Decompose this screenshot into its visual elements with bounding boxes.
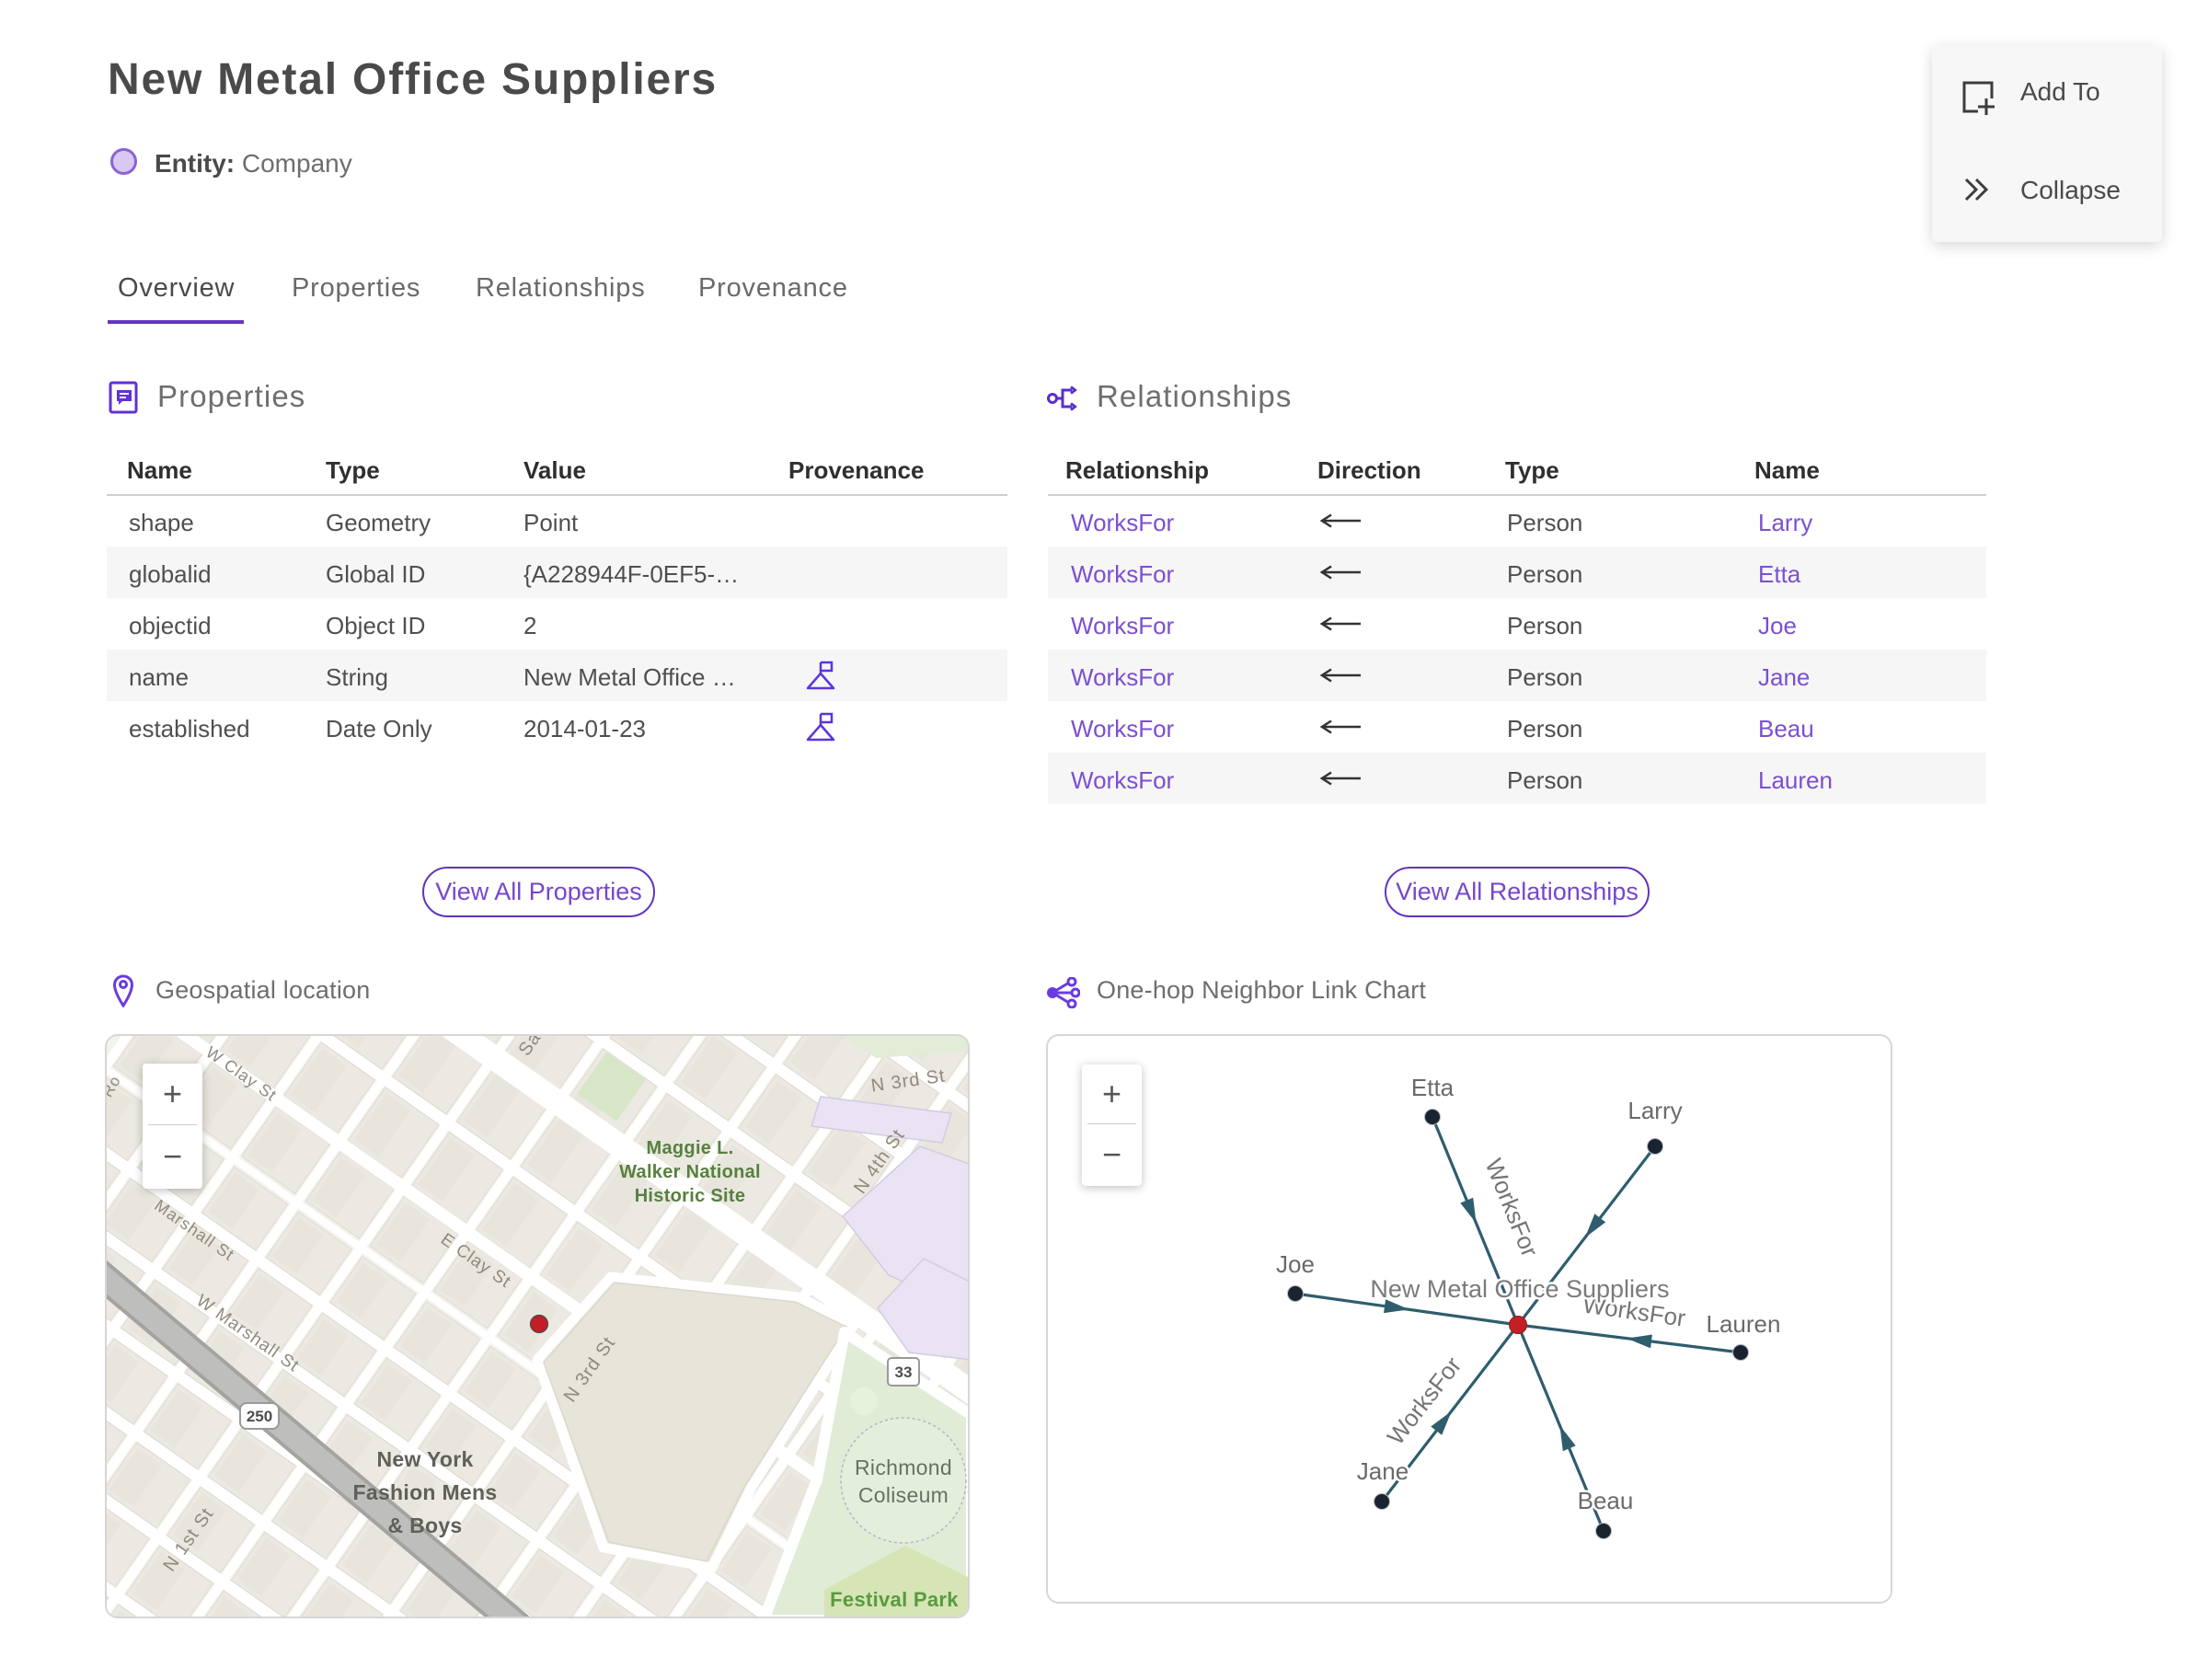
- svg-text:& Boys: & Boys: [387, 1513, 462, 1537]
- svg-text:Walker National: Walker National: [619, 1162, 761, 1182]
- svg-text:Coliseum: Coliseum: [858, 1483, 949, 1507]
- svg-text:250: 250: [247, 1408, 272, 1425]
- svg-text:Richmond: Richmond: [855, 1456, 952, 1479]
- svg-text:Beau: Beau: [1578, 1487, 1634, 1514]
- svg-text:Maggie L.: Maggie L.: [647, 1138, 734, 1158]
- svg-text:Larry: Larry: [1627, 1097, 1682, 1124]
- svg-text:Historic Site: Historic Site: [635, 1186, 746, 1206]
- svg-text:Jane: Jane: [1357, 1457, 1409, 1485]
- svg-text:33: 33: [895, 1364, 913, 1381]
- svg-text:Fashion Mens: Fashion Mens: [353, 1480, 498, 1504]
- svg-text:Lauren: Lauren: [1707, 1310, 1781, 1338]
- svg-text:New York: New York: [376, 1447, 473, 1471]
- svg-text:Festival Park: Festival Park: [830, 1588, 959, 1611]
- svg-text:New Metal Office Suppliers: New Metal Office Suppliers: [1370, 1275, 1669, 1303]
- svg-text:Joe: Joe: [1276, 1250, 1315, 1278]
- svg-text:Etta: Etta: [1411, 1074, 1455, 1101]
